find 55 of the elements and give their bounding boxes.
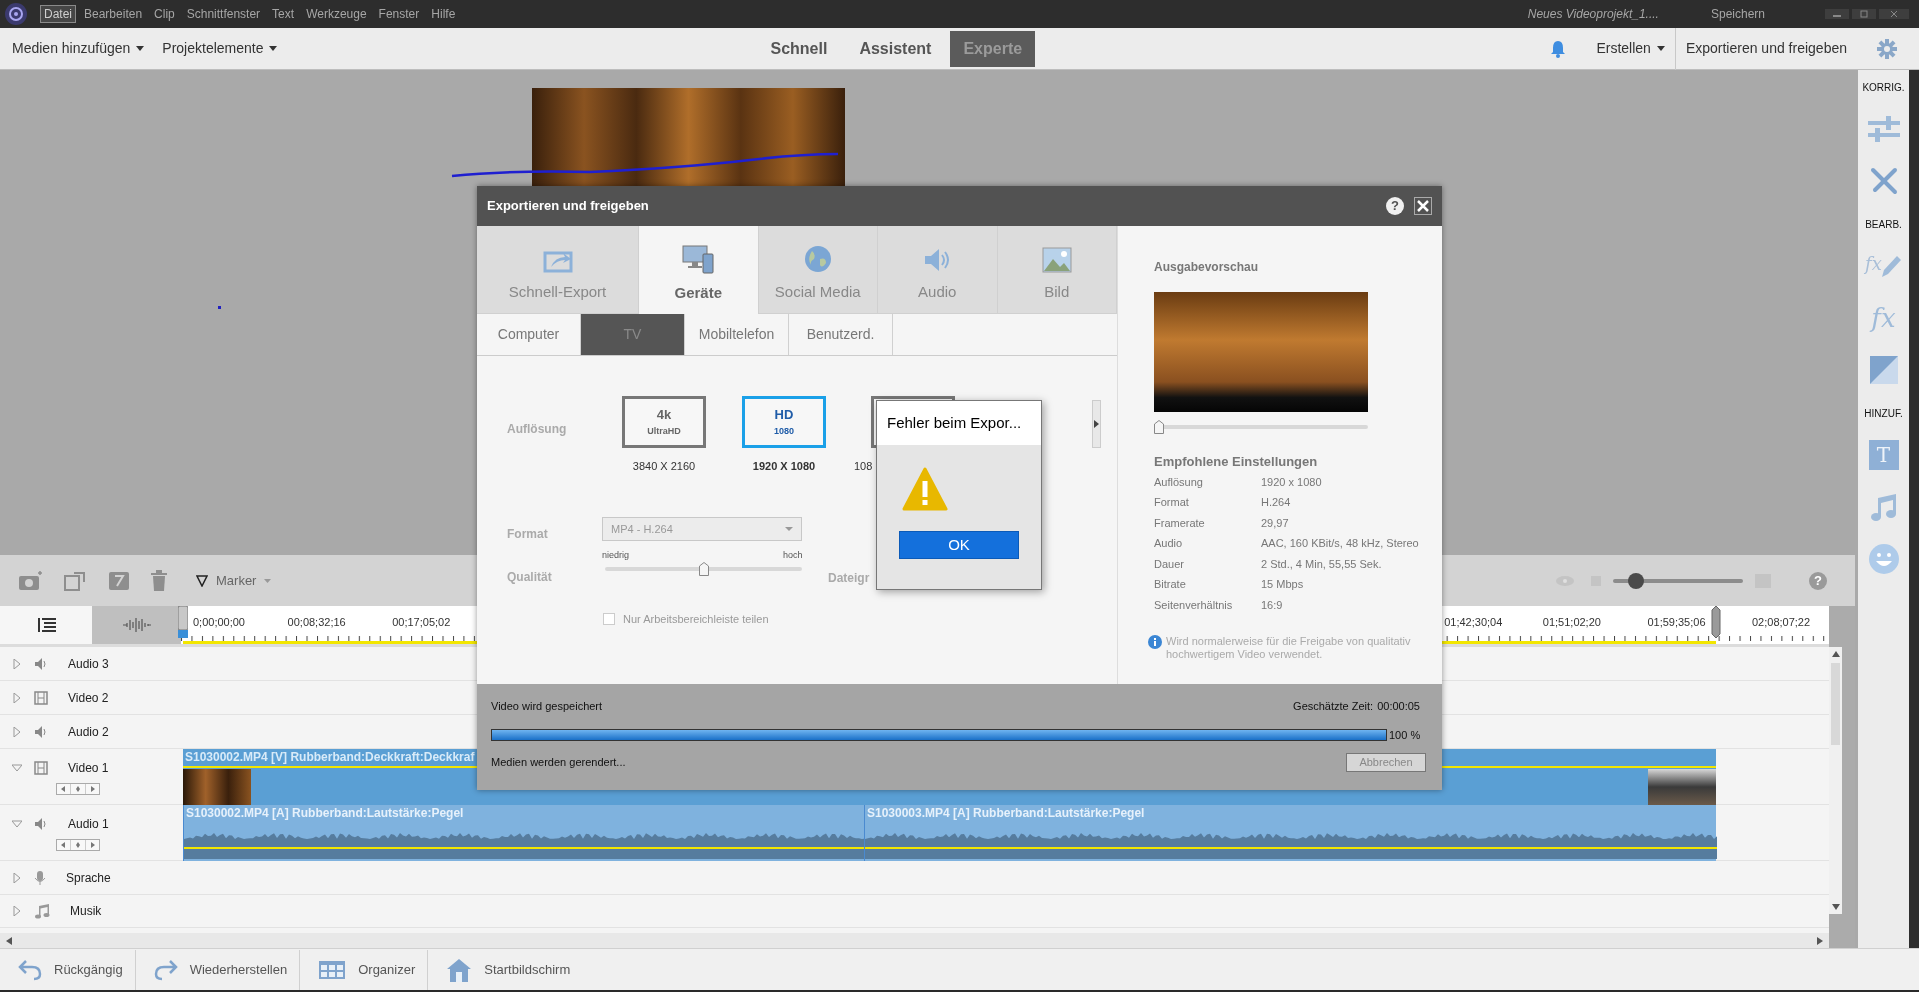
setting-value: 1920 x 1080 [1261,474,1323,490]
percent-text: 100 % [1389,727,1421,743]
timecode-label: 02;08;07;22 [1752,615,1811,630]
setting-name: Format [1154,495,1190,510]
timecode-label: 0;00;00;00 [193,615,245,630]
resolution-size: 1920 X 1080 [752,459,816,474]
field-label: Auflösung [507,421,567,438]
time-value: 00:00:05 [1377,699,1420,714]
clip-label: S1030002.MP4 [V] Rubberband:Deckkraft:Deckkraf [184,749,475,765]
track-name: Video 1 [68,759,109,777]
detail-text: Medien werden gerendert... [491,755,626,771]
field-label: Format [507,526,548,543]
panel-heading: HINZUF. [1864,407,1903,421]
resolution-size: 3840 X 2160 [632,459,696,474]
section-heading: Ausgabevorschau [1154,259,1260,276]
section-heading: Empfohlene Einstellungen [1154,453,1319,471]
time-label: Geschätzte Zeit: [1293,699,1374,714]
timecode-label: 00;17;05;02 [392,615,451,630]
setting-name: Dauer [1154,556,1185,572]
track-name: Audio 3 [68,655,109,673]
setting-value: 29,97 [1261,515,1290,531]
setting-value: 16:9 [1261,597,1284,613]
timecode-label: 01;59;35;06 [1647,615,1706,630]
dialog-title: Exportieren und freigeben [487,197,649,216]
setting-name: Seitenverhältnis [1154,597,1234,613]
setting-value: 15 Mbps [1261,577,1305,592]
resolution-size: 108 [854,459,873,474]
clip-label: S1030002.MP4 [A] Rubberband:Lautstärke:Pegel [185,805,464,821]
timecode-label: 00;08;32;16 [287,615,346,630]
panel-heading: KORRIG. [1862,81,1905,95]
slider-label: hoch [783,549,803,562]
timecode-label: 01;51;02;20 [1542,615,1601,630]
field-label: Dateigr [828,570,870,587]
info-note: Wird normalerweise für die Freigabe von qualitativ hochwertigem Video verwendet. [1166,635,1412,661]
slider-label: niedrig [602,549,630,562]
setting-value: AAC, 160 KBit/s, 48 kHz, Stereo [1261,536,1420,551]
track-name: Audio 2 [68,723,109,741]
setting-value: H.264 [1261,495,1292,510]
dialog-title: Fehler beim Expor... [887,412,1022,433]
panel-heading: BEARB. [1865,218,1902,232]
setting-name: Framerate [1154,515,1206,531]
track-name: Sprache [66,869,111,887]
track-name: Musik [70,903,102,920]
clip-label: S1030003.MP4 [A] Rubberband:Lautstärke:Pegel [866,805,1145,821]
project-title: Neues Videoprojekt_1.... [1527,6,1659,23]
setting-value: 2 Std., 4 Min, 55,55 Sek. [1261,556,1383,572]
setting-name: Audio [1154,536,1184,551]
status-text: Video wird gespeichert [491,699,603,714]
setting-name: Bitrate [1154,577,1187,592]
track-name: Video 2 [68,689,109,707]
setting-name: Auflösung [1154,474,1204,490]
field-label: Qualität [507,569,552,586]
checkbox-label: Nur Arbeitsbereichleiste teilen [623,612,769,627]
track-name: Audio 1 [68,815,109,833]
timecode-label: 01;42;30;04 [1444,615,1503,630]
